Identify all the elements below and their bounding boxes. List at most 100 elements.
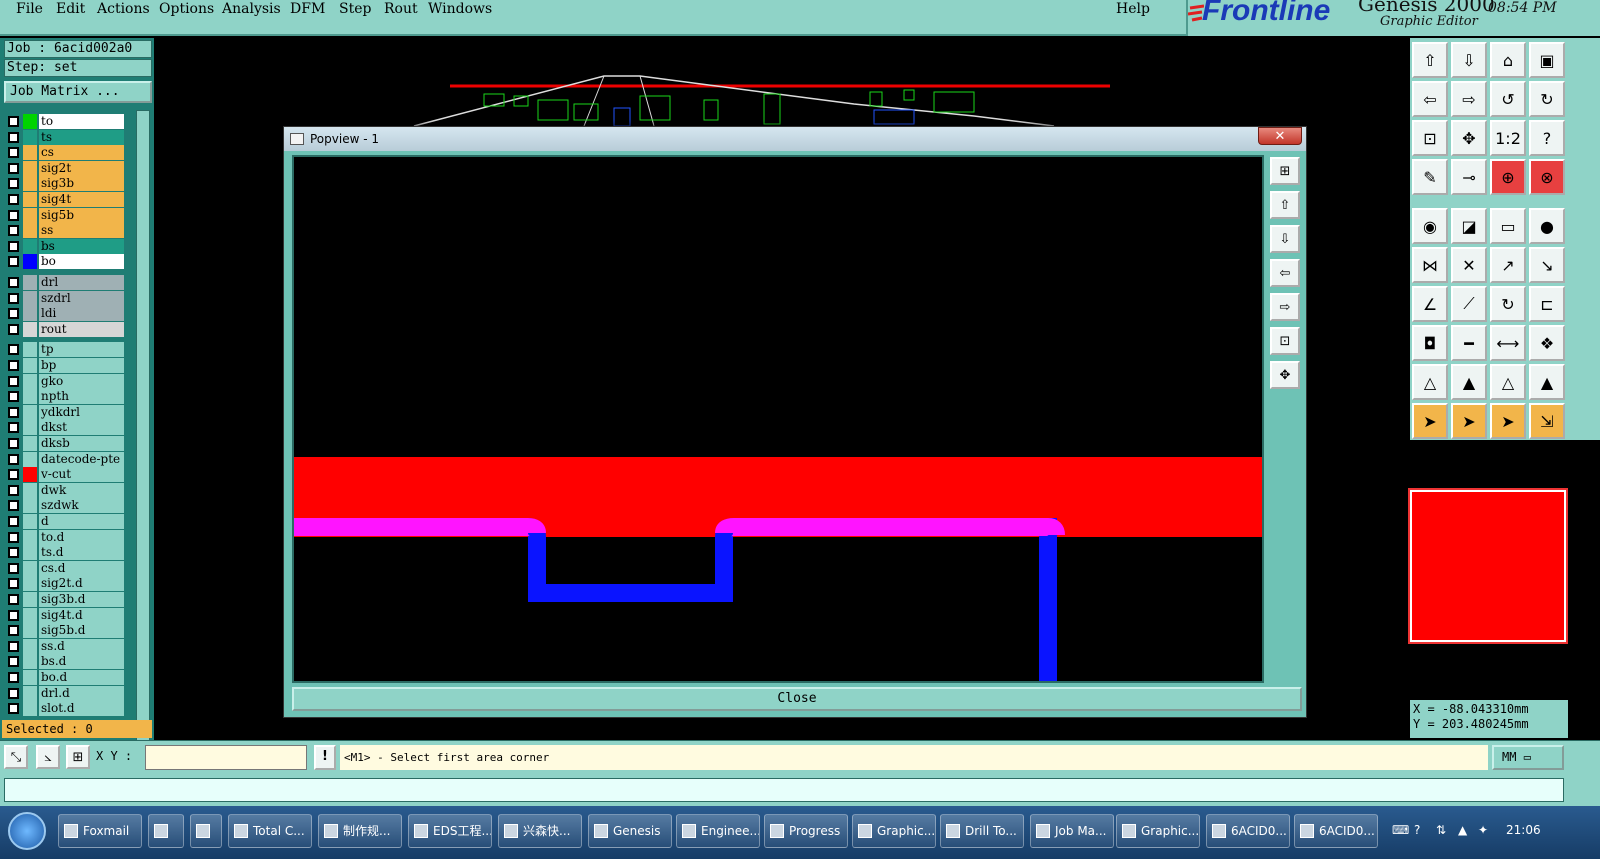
taskbar-item[interactable]: Enginee...: [676, 814, 760, 848]
select2-icon[interactable]: ➤: [1451, 403, 1487, 439]
popview-close-button[interactable]: Close: [292, 687, 1302, 711]
layer-color-swatch[interactable]: [23, 607, 37, 623]
taskbar-item[interactable]: Total C...: [228, 814, 312, 848]
layer-color-swatch[interactable]: [23, 373, 37, 389]
layer-row-sig2t[interactable]: sig2t: [6, 160, 124, 176]
unit-select[interactable]: MM ▭: [1492, 745, 1564, 770]
circle-icon[interactable]: ●: [1529, 208, 1565, 244]
layer-checkbox[interactable]: [8, 323, 19, 335]
layer-checkbox[interactable]: [8, 375, 19, 387]
alert-button[interactable]: !: [314, 745, 336, 770]
menu-help[interactable]: Help: [1116, 0, 1150, 18]
layer-color-swatch[interactable]: [23, 529, 37, 545]
layer-color-swatch[interactable]: [23, 160, 37, 176]
zoom-center-icon[interactable]: ✥: [1451, 120, 1487, 156]
layer-row-drl[interactable]: drl: [6, 275, 124, 290]
panup-icon[interactable]: ⇧: [1412, 42, 1448, 78]
zoom-area-icon[interactable]: ⊡: [1412, 120, 1448, 156]
layer-row-rout[interactable]: rout: [6, 321, 124, 337]
layer-checkbox[interactable]: [8, 687, 19, 699]
layer-color-swatch[interactable]: [23, 654, 37, 670]
popview-pan-right-icon[interactable]: ⇨: [1270, 293, 1300, 321]
layer-color-swatch[interactable]: [23, 451, 37, 467]
popview-pan-up-icon[interactable]: ⇧: [1270, 191, 1300, 219]
layer-checkbox[interactable]: [8, 547, 19, 559]
taskbar-item[interactable]: 6ACID0...: [1206, 814, 1290, 848]
pandown-icon[interactable]: ⇩: [1451, 42, 1487, 78]
layer-color-swatch[interactable]: [23, 223, 37, 239]
home-icon[interactable]: ⌂: [1490, 42, 1526, 78]
layer-row-ts.d[interactable]: ts.d: [6, 545, 124, 561]
menu-file[interactable]: File: [16, 0, 43, 18]
layer-checkbox[interactable]: [8, 178, 19, 190]
layer-color-swatch[interactable]: [23, 670, 37, 685]
tri2-icon[interactable]: ▲: [1451, 364, 1487, 400]
layer-row-sig3b[interactable]: sig3b: [6, 176, 124, 192]
layer-checkbox[interactable]: [8, 209, 19, 221]
layer-color-swatch[interactable]: [23, 321, 37, 337]
undo-view-icon[interactable]: ↺: [1490, 81, 1526, 117]
layer-color-swatch[interactable]: [23, 545, 37, 561]
taskbar-item[interactable]: [148, 814, 184, 848]
layer-checkbox[interactable]: [8, 308, 19, 320]
layer-row-ss.d[interactable]: ss.d: [6, 638, 124, 654]
popview-zoom-in-icon[interactable]: ⊞: [1270, 157, 1300, 185]
layer-row-ts[interactable]: ts: [6, 129, 124, 145]
bus-icon[interactable]: ⊏: [1529, 286, 1565, 322]
taskbar-item[interactable]: Job Ma...: [1030, 814, 1114, 848]
layer-sel-icon[interactable]: ◪: [1451, 208, 1487, 244]
layer-checkbox[interactable]: [8, 116, 19, 127]
layer-color-swatch[interactable]: [23, 685, 37, 701]
layer-row-ldi[interactable]: ldi: [6, 306, 124, 322]
select3-icon[interactable]: ➤: [1490, 403, 1526, 439]
layer-row-dksb[interactable]: dksb: [6, 436, 124, 451]
feature-icon[interactable]: ◉: [1412, 208, 1448, 244]
layer-list-scrollbar[interactable]: [136, 110, 150, 744]
snap-red-icon[interactable]: ⊕: [1490, 159, 1526, 195]
layer-checkbox[interactable]: [8, 578, 19, 590]
menu-analysis[interactable]: Analysis: [222, 0, 281, 18]
layer-color-swatch[interactable]: [23, 498, 37, 514]
layer-checkbox[interactable]: [8, 360, 19, 371]
popview-zoom-area-icon[interactable]: ⊡: [1270, 327, 1300, 355]
point-icon[interactable]: ↗: [1490, 247, 1526, 283]
taskbar-item[interactable]: [190, 814, 222, 848]
layer-checkbox[interactable]: [8, 256, 19, 268]
layer-row-d[interactable]: d: [6, 514, 124, 529]
layer-color-swatch[interactable]: [23, 420, 37, 436]
layer-checkbox[interactable]: [8, 484, 19, 496]
layer-checkbox[interactable]: [8, 625, 19, 637]
menu-dfm[interactable]: DFM: [290, 0, 325, 18]
redraw-icon[interactable]: ↻: [1529, 81, 1565, 117]
layer-checkbox[interactable]: [8, 225, 19, 237]
layer-color-swatch[interactable]: [23, 254, 37, 270]
taskbar-item[interactable]: 兴森快...: [498, 814, 582, 848]
start-button[interactable]: [8, 812, 46, 850]
layer-row-gko[interactable]: gko: [6, 373, 124, 389]
slash-icon[interactable]: ⟋: [1451, 286, 1487, 322]
layer-color-swatch[interactable]: [23, 404, 37, 420]
tri4-icon[interactable]: ▲: [1529, 364, 1565, 400]
layer-row-ss[interactable]: ss: [6, 223, 124, 239]
popview-titlebar[interactable]: Popview - 1: [284, 127, 1306, 151]
menu-actions[interactable]: Actions: [97, 0, 150, 18]
layer-row-cs.d[interactable]: cs.d: [6, 560, 124, 576]
layer-row-dkst[interactable]: dkst: [6, 420, 124, 436]
layer-color-swatch[interactable]: [23, 342, 37, 358]
layer-row-cs[interactable]: cs: [6, 145, 124, 161]
layer-row-slot.d[interactable]: slot.d: [6, 701, 124, 717]
layer-row-sig2t.d[interactable]: sig2t.d: [6, 576, 124, 592]
popview-canvas[interactable]: [292, 155, 1264, 683]
layer-checkbox[interactable]: [8, 240, 19, 252]
layer-row-bo.d[interactable]: bo.d: [6, 670, 124, 685]
layer-checkbox[interactable]: [8, 438, 19, 449]
layer-color-swatch[interactable]: [23, 129, 37, 145]
layer-row-sig3b.d[interactable]: sig3b.d: [6, 592, 124, 607]
popview-fit-icon[interactable]: ✥: [1270, 361, 1300, 389]
layer-color-swatch[interactable]: [23, 623, 37, 639]
layer-color-swatch[interactable]: [23, 638, 37, 654]
layer-color-swatch[interactable]: [23, 592, 37, 607]
layer-row-dwk[interactable]: dwk: [6, 482, 124, 498]
layer-color-swatch[interactable]: [23, 467, 37, 483]
taskbar-item[interactable]: Graphic...: [1116, 814, 1200, 848]
